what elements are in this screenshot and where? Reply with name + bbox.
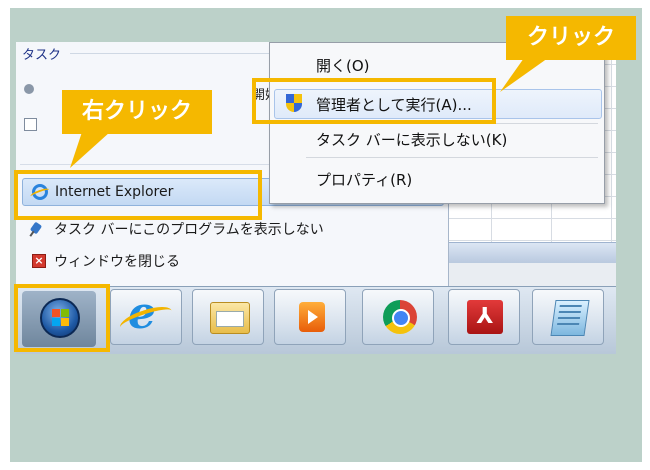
jump-list-section-title: タスク (22, 48, 62, 63)
jump-item-close-window[interactable]: × ウィンドウを閉じる (22, 248, 442, 274)
click-callout-tail (500, 58, 548, 92)
media-player-icon (299, 302, 325, 332)
jump-item-label: タスク バーにこのプログラムを表示しない (54, 222, 324, 238)
highlight-start-button (14, 284, 110, 352)
task-icon (24, 84, 34, 94)
taskbar-button-acrobat[interactable]: ⅄ (448, 289, 520, 345)
taskbar-button-internet-explorer[interactable]: e (110, 288, 182, 345)
menu-item-open[interactable]: 開く(O) (316, 55, 370, 76)
task-checkbox-icon (24, 118, 37, 131)
right-click-callout-tail (70, 132, 110, 168)
chrome-icon (383, 300, 417, 334)
taskbar-button-chrome[interactable] (362, 289, 434, 345)
menu-item-properties[interactable]: プロパティ(R) (316, 169, 412, 190)
right-click-callout: 右クリック (62, 90, 212, 134)
highlight-ie-item (14, 170, 262, 220)
spreadsheet-scroll-bar (431, 242, 616, 263)
taskbar-button-explorer[interactable] (192, 289, 264, 345)
folder-icon (210, 302, 250, 334)
acrobat-icon: ⅄ (467, 300, 503, 334)
taskbar-button-notepad[interactable] (532, 289, 604, 345)
jump-item-label: ウィンドウを閉じる (54, 254, 180, 270)
pin-icon (29, 220, 48, 238)
notepad-icon (550, 300, 590, 336)
menu-item-unpin-taskbar[interactable]: タスク バーに表示しない(K) (316, 129, 507, 150)
taskbar-button-media-player[interactable] (274, 289, 346, 345)
menu-separator (306, 157, 598, 158)
click-callout: クリック (506, 16, 636, 60)
highlight-run-as-admin (252, 78, 496, 124)
close-icon: × (30, 252, 48, 270)
